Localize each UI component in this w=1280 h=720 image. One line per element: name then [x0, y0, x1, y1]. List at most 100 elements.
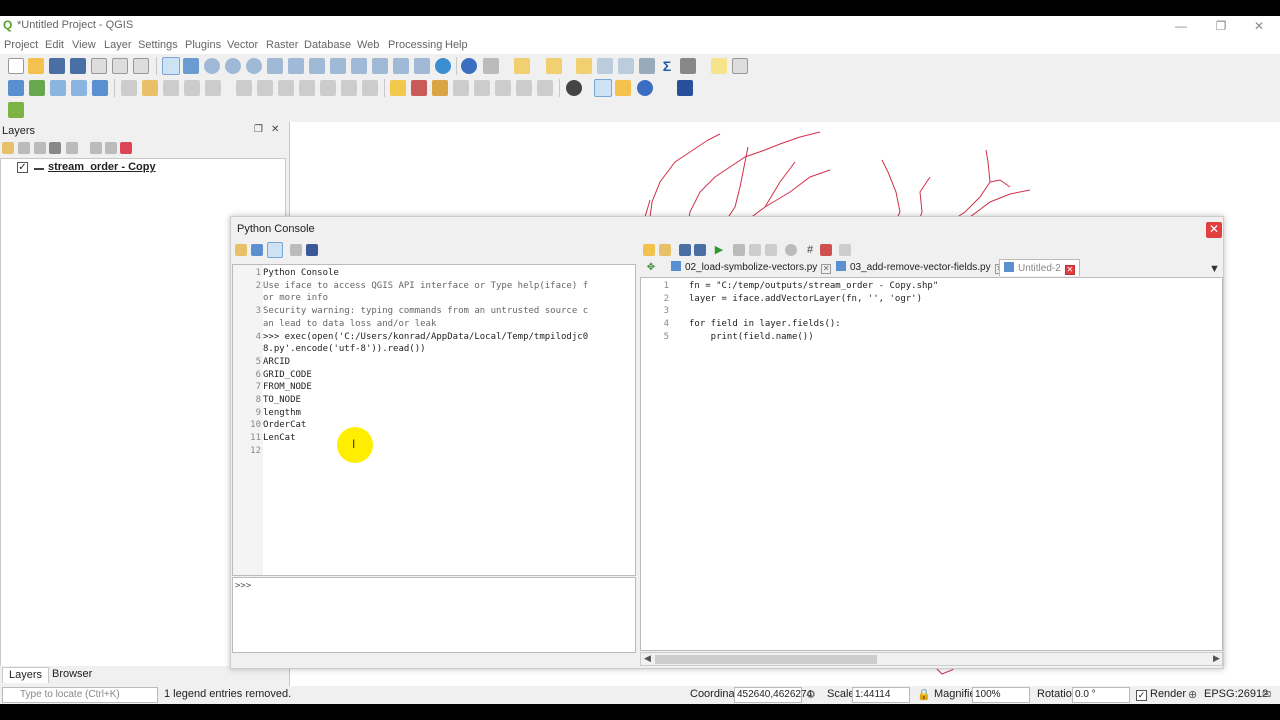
- minimize-button[interactable]: —: [1166, 18, 1196, 34]
- menu-database[interactable]: Database: [304, 39, 351, 51]
- menu-settings[interactable]: Settings: [138, 39, 178, 51]
- code-editor[interactable]: 1 fn = "C:/temp/outputs/stream_order - Co…: [640, 277, 1223, 651]
- float-panel-icon[interactable]: ❐: [254, 124, 263, 135]
- copy-features-icon[interactable]: [299, 80, 315, 96]
- plugin-reloader-icon[interactable]: [615, 80, 631, 96]
- toggle-editing-pencil-icon[interactable]: [142, 80, 158, 96]
- menu-plugins[interactable]: Plugins: [185, 39, 221, 51]
- cut-icon[interactable]: [733, 244, 745, 256]
- close-console-button[interactable]: ✕: [1206, 222, 1222, 238]
- close-panel-icon[interactable]: ✕: [271, 124, 279, 135]
- identify-icon[interactable]: [461, 58, 477, 74]
- pin-labels-icon[interactable]: [453, 80, 469, 96]
- globe-icon[interactable]: [566, 80, 582, 96]
- select-features-icon[interactable]: [514, 58, 530, 74]
- run-command-icon[interactable]: [251, 244, 263, 256]
- vertex-tool-icon[interactable]: [205, 80, 221, 96]
- crs-globe-icon[interactable]: ⊕: [1188, 688, 1197, 701]
- python-console-icon[interactable]: [594, 79, 612, 97]
- new-geopackage-icon[interactable]: [29, 80, 45, 96]
- undo-icon[interactable]: [341, 80, 357, 96]
- field-calculator-icon[interactable]: [618, 58, 634, 74]
- extents-toggle-icon[interactable]: ⚙: [806, 688, 816, 701]
- zoom-native-icon[interactable]: [330, 58, 346, 74]
- scroll-left-icon[interactable]: ◀: [644, 653, 651, 664]
- new-spatialite-icon[interactable]: [71, 80, 87, 96]
- measure-icon[interactable]: [680, 58, 696, 74]
- save-script-icon[interactable]: [679, 244, 691, 256]
- action-icon[interactable]: [483, 58, 499, 74]
- console-input[interactable]: >>>: [232, 577, 636, 653]
- zoom-to-selection-icon[interactable]: [288, 58, 304, 74]
- coordinate-field[interactable]: 452640,4626274: [734, 687, 812, 703]
- tab-browser[interactable]: Browser: [46, 667, 98, 683]
- pan-to-selection-icon[interactable]: [183, 58, 199, 74]
- close-window-button[interactable]: ✕: [1244, 18, 1274, 34]
- rotation-spinbox[interactable]: 0.0 °: [1072, 687, 1130, 703]
- help-book-icon[interactable]: [306, 244, 318, 256]
- menu-project[interactable]: Project: [4, 39, 38, 51]
- layout-manager-icon[interactable]: [112, 58, 128, 74]
- show-editor-icon[interactable]: [267, 242, 283, 258]
- add-group-icon[interactable]: [18, 142, 30, 154]
- zoom-full-icon[interactable]: [267, 58, 283, 74]
- locator-search-input[interactable]: Type to locate (Ctrl+K): [2, 687, 158, 703]
- redo-icon[interactable]: [362, 80, 378, 96]
- options-wrench-icon[interactable]: [290, 244, 302, 256]
- maximize-button[interactable]: ❐: [1206, 18, 1236, 34]
- open-project-icon[interactable]: [28, 58, 44, 74]
- clear-console-icon[interactable]: [235, 244, 247, 256]
- new-map-view-icon[interactable]: [393, 58, 409, 74]
- render-checkbox[interactable]: ✓: [1136, 690, 1147, 701]
- editor-tab-1[interactable]: 02_load-symbolize-vectors.py ✕: [671, 261, 832, 276]
- editor-tab-2[interactable]: 03_add-remove-vector-fields.py✕: [836, 261, 1005, 276]
- filter-expression-icon[interactable]: [66, 142, 78, 154]
- statistics-sigma-icon[interactable]: Σ: [659, 58, 675, 74]
- menu-vector[interactable]: Vector: [227, 39, 258, 51]
- close-tab-icon[interactable]: ✕: [821, 264, 832, 274]
- label-toolbar-icon[interactable]: [390, 80, 406, 96]
- object-inspector-icon[interactable]: [839, 244, 851, 256]
- refresh-icon[interactable]: [435, 58, 451, 74]
- pan-map-icon[interactable]: [162, 57, 180, 75]
- rotate-label-icon[interactable]: [516, 80, 532, 96]
- copy-icon[interactable]: [749, 244, 761, 256]
- new-virtual-layer-icon[interactable]: [92, 80, 108, 96]
- zoom-to-layer-icon[interactable]: [309, 58, 325, 74]
- paste-features-icon[interactable]: [320, 80, 336, 96]
- magnifier-spinbox[interactable]: 100%: [972, 687, 1030, 703]
- map-tips-icon[interactable]: [711, 58, 727, 74]
- move-label-icon[interactable]: [495, 80, 511, 96]
- scroll-right-icon[interactable]: ▶: [1213, 653, 1220, 664]
- new-bookmark-icon[interactable]: [414, 58, 430, 74]
- editor-horizontal-scrollbar[interactable]: ◀ ▶: [640, 652, 1223, 666]
- scale-select[interactable]: 1:44114: [852, 687, 910, 703]
- zoom-out-icon[interactable]: [225, 58, 241, 74]
- style-manager-icon[interactable]: [133, 58, 149, 74]
- modify-attributes-icon[interactable]: [236, 80, 252, 96]
- messages-icon[interactable]: ✉: [1262, 688, 1271, 701]
- menu-layer[interactable]: Layer: [104, 39, 132, 51]
- open-script-icon[interactable]: [643, 244, 655, 256]
- zoom-rubber-band-icon[interactable]: [246, 58, 262, 74]
- menu-view[interactable]: View: [72, 39, 96, 51]
- cut-features-icon[interactable]: [278, 80, 294, 96]
- new-print-layout-icon[interactable]: [91, 58, 107, 74]
- text-annotation-icon[interactable]: [732, 58, 748, 74]
- scrollbar-thumb[interactable]: [655, 655, 877, 664]
- save-as-icon[interactable]: [70, 58, 86, 74]
- zoom-in-icon[interactable]: [204, 58, 220, 74]
- save-project-icon[interactable]: [49, 58, 65, 74]
- open-external-editor-icon[interactable]: [659, 244, 671, 256]
- style-panel-icon[interactable]: [2, 142, 14, 154]
- script-list-icon[interactable]: ✥: [645, 262, 657, 274]
- delete-selected-icon[interactable]: [257, 80, 273, 96]
- visibility-eye-icon[interactable]: [34, 142, 46, 154]
- menu-edit[interactable]: Edit: [45, 39, 64, 51]
- crs-label[interactable]: EPSG:26912: [1204, 688, 1268, 700]
- collapse-all-icon[interactable]: [105, 142, 117, 154]
- new-project-icon[interactable]: [8, 58, 24, 74]
- remove-layer-icon[interactable]: [120, 142, 132, 154]
- lock-scale-icon[interactable]: 🔒: [917, 688, 931, 701]
- add-feature-icon[interactable]: [184, 80, 200, 96]
